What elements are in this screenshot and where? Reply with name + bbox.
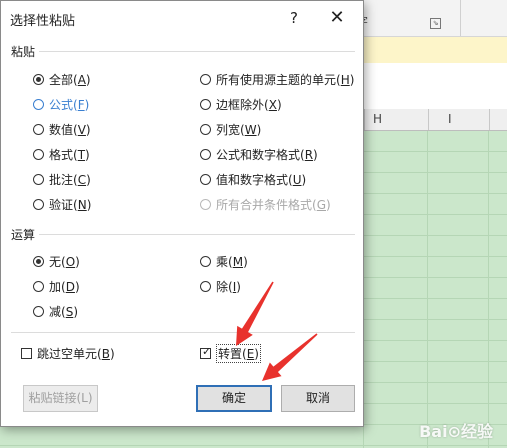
arrow-to-ok-icon: [262, 333, 318, 381]
watermark-logo: Bai⊙经验: [419, 422, 493, 441]
annotation-arrows: [236, 281, 318, 381]
arrow-to-transpose-icon: [236, 281, 274, 346]
